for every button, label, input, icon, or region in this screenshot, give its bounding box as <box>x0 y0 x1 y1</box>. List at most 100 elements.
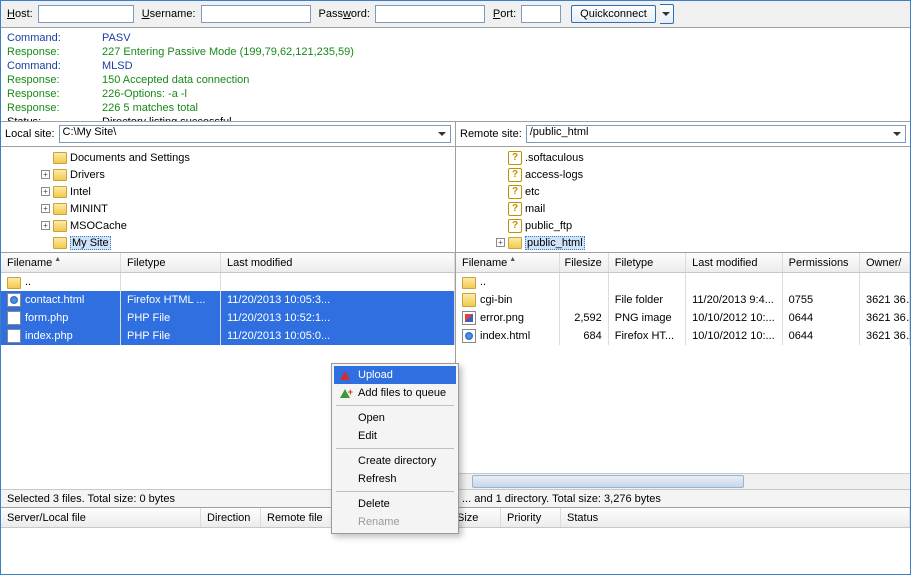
file-type: PNG image <box>609 309 686 327</box>
file-type: PHP File <box>121 327 221 345</box>
ctx-add-to-queue[interactable]: Add files to queue <box>334 384 456 402</box>
list-item[interactable]: error.png2,592PNG image10/10/2012 10:...… <box>456 309 910 327</box>
quickconnect-button[interactable]: Quickconnect <box>571 5 656 23</box>
tree-item[interactable]: Documents and Settings <box>5 149 451 166</box>
list-item[interactable]: form.phpPHP File11/20/2013 10:52:1... <box>1 309 455 327</box>
message-log[interactable]: Command:PASVResponse:227 Entering Passiv… <box>1 28 910 122</box>
file-name: .. <box>25 276 31 288</box>
qcol-serverlocal[interactable]: Server/Local file <box>1 508 201 527</box>
chevron-down-icon <box>893 132 901 136</box>
folder-icon <box>53 237 67 249</box>
file-permissions: 0755 <box>783 291 860 309</box>
tree-item[interactable]: + public_html <box>460 234 906 251</box>
host-input[interactable] <box>38 5 134 23</box>
file-owner: 3621 36… <box>860 327 910 345</box>
remote-path-combo[interactable]: /public_html <box>526 125 906 143</box>
tree-item[interactable]: +Drivers <box>5 166 451 183</box>
tree-item[interactable]: +Intel <box>5 183 451 200</box>
tree-expander-icon[interactable]: + <box>41 170 50 179</box>
col-filetype[interactable]: Filetype <box>121 253 221 272</box>
qcol-status[interactable]: Status <box>561 508 910 527</box>
col-filename[interactable]: Filename▲ <box>1 253 121 272</box>
unknown-folder-icon: ? <box>508 185 522 199</box>
file-permissions: 0644 <box>783 309 860 327</box>
col-lastmodified[interactable]: Last modified <box>221 253 455 272</box>
list-item[interactable]: .. <box>1 273 455 291</box>
tree-item-label: access-logs <box>525 169 583 181</box>
remote-site-label: Remote site: <box>460 128 522 140</box>
qcol-direction[interactable]: Direction <box>201 508 261 527</box>
password-label: Password: <box>319 8 370 20</box>
file-modified: 11/20/2013 10:05:3... <box>221 291 455 309</box>
tree-expander-icon[interactable]: + <box>496 238 505 247</box>
col-filetype[interactable]: Filetype <box>609 253 686 272</box>
remote-tree[interactable]: ?.softaculous?access-logs?etc?mail?publi… <box>456 147 910 253</box>
remote-list-header: Filename▲ Filesize Filetype Last modifie… <box>456 253 910 273</box>
col-filesize[interactable]: Filesize <box>560 253 609 272</box>
list-item[interactable]: cgi-binFile folder11/20/2013 9:4...07553… <box>456 291 910 309</box>
tree-expander-icon[interactable]: + <box>41 187 50 196</box>
ctx-refresh[interactable]: Refresh <box>334 470 456 488</box>
scrollbar-thumb[interactable] <box>472 475 744 488</box>
add-to-queue-icon <box>338 386 352 400</box>
list-item[interactable]: contact.htmlFirefox HTML ...11/20/2013 1… <box>1 291 455 309</box>
col-filename[interactable]: Filename▲ <box>456 253 560 272</box>
username-input[interactable] <box>201 5 311 23</box>
file-type <box>609 273 686 291</box>
ctx-edit[interactable]: Edit <box>334 427 456 445</box>
port-input[interactable] <box>521 5 561 23</box>
tree-item[interactable]: ?mail <box>460 200 906 217</box>
remote-path-dropdown-button[interactable] <box>890 127 904 141</box>
qcol-priority[interactable]: Priority <box>501 508 561 527</box>
folder-icon <box>53 169 67 181</box>
log-text: MLSD <box>102 59 904 73</box>
tree-expander-icon[interactable]: + <box>41 204 50 213</box>
tree-item[interactable]: +MSOCache <box>5 217 451 234</box>
file-size <box>560 273 609 291</box>
ctx-createdir-label: Create directory <box>358 455 436 467</box>
col-permissions[interactable]: Permissions <box>783 253 860 272</box>
log-text: 227 Entering Passive Mode (199,79,62,121… <box>102 45 904 59</box>
col-lastmodified[interactable]: Last modified <box>686 253 783 272</box>
ctx-open[interactable]: Open <box>334 409 456 427</box>
ctx-upload[interactable]: Upload <box>334 366 456 384</box>
file-size <box>560 291 609 309</box>
context-menu: Upload Add files to queue Open Edit Crea… <box>331 363 459 534</box>
file-modified: 11/20/2013 10:52:1... <box>221 309 455 327</box>
log-text: PASV <box>102 31 904 45</box>
remote-file-list[interactable]: Filename▲ Filesize Filetype Last modifie… <box>456 253 910 489</box>
ctx-addq-label: Add files to queue <box>358 387 446 399</box>
local-path-combo[interactable]: C:\My Site\ <box>59 125 451 143</box>
quickconnect-dropdown-button[interactable] <box>660 4 674 24</box>
file-modified <box>221 273 455 291</box>
tree-item[interactable]: ?.softaculous <box>460 149 906 166</box>
tree-item[interactable]: My Site <box>5 234 451 251</box>
tree-expander-icon[interactable]: + <box>41 221 50 230</box>
ctx-separator <box>336 491 454 492</box>
file-size: 2,592 <box>560 309 609 327</box>
list-item[interactable]: .. <box>456 273 910 291</box>
ctx-delete[interactable]: Delete <box>334 495 456 513</box>
folder-icon <box>462 293 476 307</box>
file-name: error.png <box>480 312 524 324</box>
remote-hscrollbar[interactable] <box>456 473 910 489</box>
local-path-dropdown-button[interactable] <box>435 127 449 141</box>
php-icon <box>7 329 21 343</box>
unknown-folder-icon: ? <box>508 219 522 233</box>
ctx-rename: Rename <box>334 513 456 531</box>
col-owner[interactable]: Owner/ <box>860 253 910 272</box>
password-input[interactable] <box>375 5 485 23</box>
local-list-header: Filename▲ Filetype Last modified <box>1 253 455 273</box>
tree-item[interactable]: +MININT <box>5 200 451 217</box>
tree-item[interactable]: ?etc <box>460 183 906 200</box>
tree-item[interactable]: ?public_ftp <box>460 217 906 234</box>
tree-item-label: public_html <box>525 236 585 250</box>
ctx-create-directory[interactable]: Create directory <box>334 452 456 470</box>
ctx-refresh-label: Refresh <box>358 473 397 485</box>
upload-icon <box>338 368 352 382</box>
tree-item[interactable]: ?access-logs <box>460 166 906 183</box>
local-path-row: Local site: C:\My Site\ <box>1 122 455 147</box>
list-item[interactable]: index.phpPHP File11/20/2013 10:05:0... <box>1 327 455 345</box>
local-tree[interactable]: Documents and Settings+Drivers+Intel+MIN… <box>1 147 455 253</box>
list-item[interactable]: index.html684Firefox HT...10/10/2012 10:… <box>456 327 910 345</box>
